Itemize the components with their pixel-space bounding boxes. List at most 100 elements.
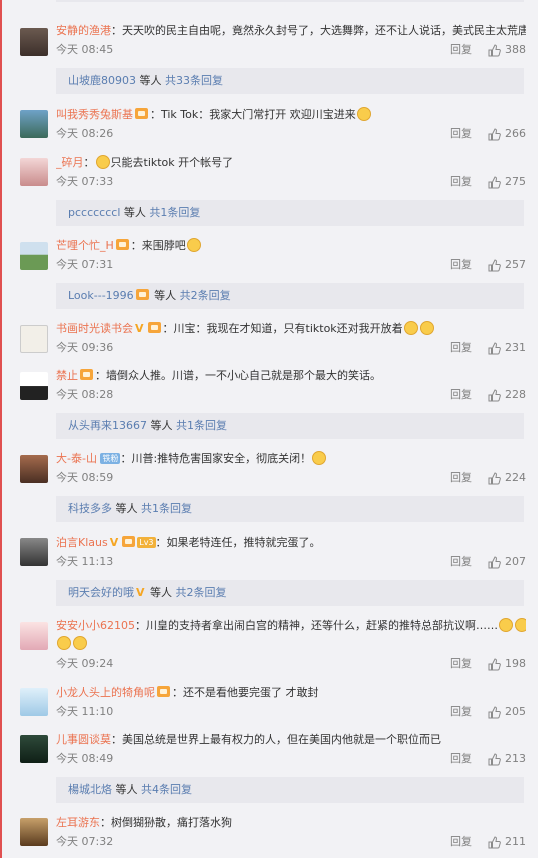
username-link[interactable]: 叫我秀秀兔斯基 xyxy=(56,108,133,121)
sub-reply-count[interactable]: 共2条回复 xyxy=(180,289,231,302)
reply-button[interactable]: 回复 xyxy=(450,834,472,850)
avatar[interactable] xyxy=(20,818,48,846)
avatar[interactable] xyxy=(20,455,48,483)
avatar[interactable] xyxy=(20,110,48,138)
username-link[interactable]: 安安小小62105 xyxy=(56,619,135,632)
comment-text-line: 禁止 ：墙倒众人推。川谱，一不小心自己就是那个最大的笑话。 xyxy=(56,368,526,384)
comment-time: 今天 11:13 xyxy=(56,555,114,568)
comment-text: ：美国总统是世界上最有权力的人，但在美国内他就是一个职位而已 xyxy=(111,733,441,746)
sub-reply-etc: 等人 xyxy=(150,289,180,302)
comment-time: 今天 09:36 xyxy=(56,341,114,354)
avatar[interactable] xyxy=(20,622,48,650)
sub-reply-count[interactable]: 共1条回复 xyxy=(176,419,227,432)
comment-text-line: 书画时光读书会 V ：川宝：我现在才知道，只有tiktok还对我开放着 xyxy=(56,321,526,337)
username-link[interactable]: 儿事圆谈莫 xyxy=(56,733,111,746)
sub-reply-count[interactable]: 共1条回复 xyxy=(141,502,192,515)
like-count: 275 xyxy=(505,175,526,188)
reply-button[interactable]: 回复 xyxy=(450,340,472,356)
like-icon[interactable] xyxy=(488,753,501,766)
reply-button[interactable]: 回复 xyxy=(450,174,472,190)
avatar[interactable] xyxy=(20,372,48,400)
sub-reply-user[interactable]: 楊城北烙 xyxy=(68,783,112,796)
like-icon[interactable] xyxy=(488,342,501,355)
sub-reply-bar[interactable]: pcccccccl 等人 共1条回复 xyxy=(56,200,524,226)
emoji-icon xyxy=(419,321,434,335)
comment-time: 今天 08:45 xyxy=(56,43,114,56)
reply-button[interactable]: 回复 xyxy=(450,42,472,58)
sub-reply-user[interactable]: Look---1996 xyxy=(68,289,134,302)
like-icon[interactable] xyxy=(488,658,501,671)
username-link[interactable]: _碎月 xyxy=(56,156,84,169)
username-link[interactable]: 左耳游东 xyxy=(56,816,100,829)
level-tag: Lv3 xyxy=(137,537,156,548)
username-link[interactable]: 书画时光读书会 xyxy=(56,322,133,335)
username-link[interactable]: 芒哩个忙_H xyxy=(56,239,114,252)
avatar[interactable] xyxy=(20,735,48,763)
avatar[interactable] xyxy=(20,538,48,566)
sub-reply-etc: 等人 xyxy=(112,783,141,796)
reply-button[interactable]: 回复 xyxy=(450,704,472,720)
username-link[interactable]: 小龙人头上的犄角呢 xyxy=(56,686,155,699)
like-icon[interactable] xyxy=(488,44,501,57)
username-link[interactable]: 泊言Klaus xyxy=(56,536,108,549)
like-icon[interactable] xyxy=(488,176,501,189)
like-count: 231 xyxy=(505,341,526,354)
emoji-icon xyxy=(356,107,371,121)
avatar[interactable] xyxy=(20,242,48,270)
emoji-icon xyxy=(57,636,71,650)
comment-time: 今天 08:28 xyxy=(56,388,114,401)
avatar[interactable] xyxy=(20,158,48,186)
comment-text-line: 泊言Klaus V Lv3 ：如果老特连任，推特就完蛋了。 xyxy=(56,535,526,551)
like-icon[interactable] xyxy=(488,389,501,402)
sub-reply-user[interactable]: 从头再来13667 xyxy=(68,419,147,432)
username-link[interactable]: 禁止 xyxy=(56,369,78,382)
comment-text-line: 大-泰-山 铁粉 ：川普:推特危害国家安全，彻底关闭！ xyxy=(56,451,526,467)
sub-reply-bar[interactable]: 科技多多 等人 共1条回复 xyxy=(56,496,524,522)
username-link[interactable]: 安静的渔港 xyxy=(56,24,111,37)
sub-reply-bar[interactable]: 楊城北烙 等人 共4条回复 xyxy=(56,777,524,803)
sub-reply-count[interactable]: 共1条回复 xyxy=(149,206,200,219)
reply-button[interactable]: 回复 xyxy=(450,470,472,486)
reply-button[interactable]: 回复 xyxy=(450,126,472,142)
reply-button[interactable]: 回复 xyxy=(450,656,472,672)
sub-reply-count[interactable]: 共2条回复 xyxy=(176,586,227,599)
verified-v-icon: V xyxy=(135,322,144,335)
like-icon[interactable] xyxy=(488,472,501,485)
like-icon[interactable] xyxy=(488,706,501,719)
like-count: 213 xyxy=(505,752,526,765)
like-count: 207 xyxy=(505,555,526,568)
reply-button[interactable]: 回复 xyxy=(450,554,472,570)
avatar[interactable] xyxy=(20,28,48,56)
sub-reply-bar[interactable]: 从头再来13667 等人 共1条回复 xyxy=(56,413,524,439)
comment-text: ：墙倒众人推。川谱，一不小心自己就是那个最大的笑话。 xyxy=(95,369,381,382)
comment-time: 今天 09:24 xyxy=(56,657,114,670)
comment-time: 今天 07:33 xyxy=(56,175,114,188)
emoji-icon xyxy=(73,636,87,650)
vip-badge-icon xyxy=(147,322,161,333)
sub-reply-count[interactable]: 共4条回复 xyxy=(141,783,192,796)
sub-reply-count[interactable]: 共33条回复 xyxy=(165,74,223,87)
sub-reply-bar[interactable]: 明天会好的哦 V 等人 共2条回复 xyxy=(56,580,524,606)
sub-reply-bar-top-partial[interactable] xyxy=(56,0,524,2)
like-icon[interactable] xyxy=(488,836,501,849)
avatar[interactable] xyxy=(20,688,48,716)
sub-reply-user[interactable]: 明天会好的哦 xyxy=(68,586,134,599)
comment-text: ：树倒猢狲散，痛打落水狗 xyxy=(100,816,232,829)
sub-reply-user[interactable]: 山坡鹿80903 xyxy=(68,74,136,87)
sub-reply-bar[interactable]: 山坡鹿80903 等人 共33条回复 xyxy=(56,68,524,94)
comment-text: 只能去tiktok 开个帐号了 xyxy=(110,156,234,169)
like-icon[interactable] xyxy=(488,259,501,272)
like-count: 257 xyxy=(505,258,526,271)
like-icon[interactable] xyxy=(488,556,501,569)
sub-reply-user[interactable]: 科技多多 xyxy=(68,502,112,515)
avatar[interactable] xyxy=(20,325,48,353)
comment-text-line: 小龙人头上的犄角呢 ：还不是看他要完蛋了 才敢封 xyxy=(56,685,526,701)
reply-button[interactable]: 回复 xyxy=(450,257,472,273)
sub-reply-user[interactable]: pcccccccl xyxy=(68,206,120,219)
reply-button[interactable]: 回复 xyxy=(450,751,472,767)
reply-button[interactable]: 回复 xyxy=(450,387,472,403)
sub-reply-bar[interactable]: Look---1996 等人 共2条回复 xyxy=(56,283,524,309)
username-link[interactable]: 大-泰-山 xyxy=(56,452,97,465)
like-icon[interactable] xyxy=(488,128,501,141)
comment-text-line: 芒哩个忙_H ：来围脖吧 xyxy=(56,238,526,254)
